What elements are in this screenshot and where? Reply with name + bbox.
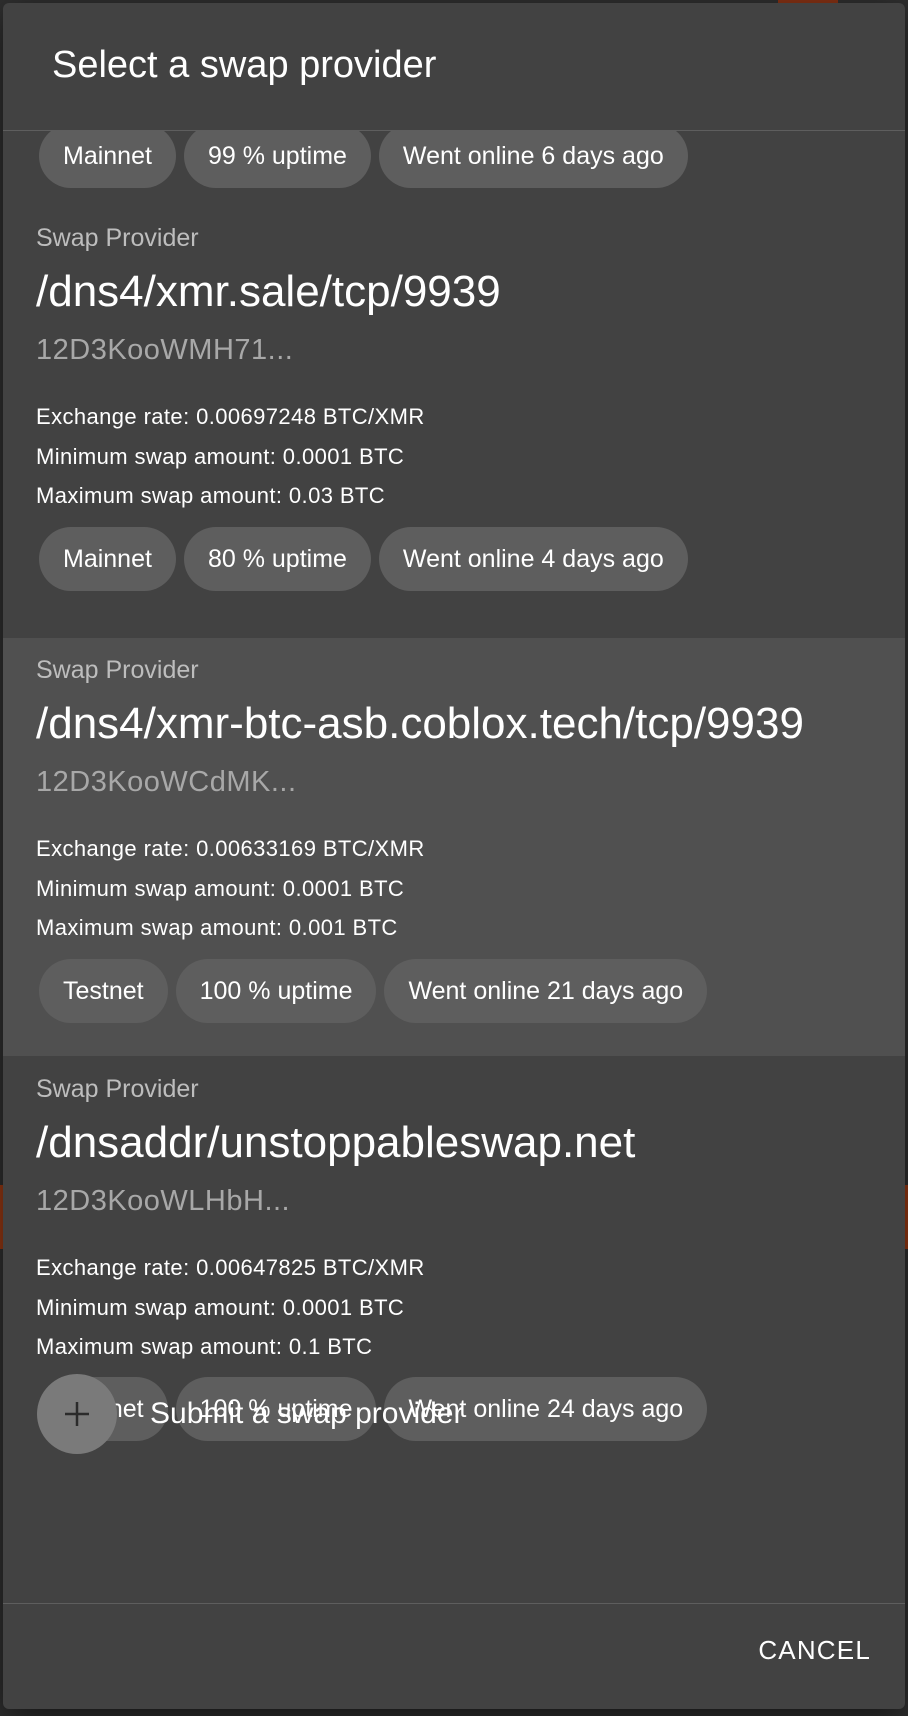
provider-overline: Swap Provider	[36, 224, 199, 252]
cancel-button[interactable]: CANCEL	[733, 1618, 881, 1682]
network-chip[interactable]: Mainnet	[39, 131, 176, 188]
uptime-chip[interactable]: 80 % uptime	[183, 527, 371, 591]
provider-item-selected[interactable]: Swap Provider /dns4/xmr-btc-asb.coblox.t…	[3, 638, 905, 1056]
maximum-swap-amount: Maximum swap amount: 0.001 BTC	[36, 915, 398, 940]
online-since-chip[interactable]: Went online 4 days ago	[378, 527, 688, 591]
provider-chips: Testnet 100 % uptime Went online 21 days…	[39, 959, 708, 1023]
provider-stats: Exchange rate: 0.00697248 BTC/XMR Minimu…	[36, 397, 425, 516]
provider-overline: Swap Provider	[36, 656, 199, 684]
plus-icon	[65, 1402, 89, 1426]
submit-provider-label: Submit a swap provider	[150, 1397, 464, 1430]
divider	[3, 1603, 905, 1604]
minimum-swap-amount: Minimum swap amount: 0.0001 BTC	[36, 875, 405, 901]
provider-item[interactable]: Swap Provider /dns4/xmr.sale/tcp/9939 12…	[3, 193, 905, 611]
submit-provider-item[interactable]: Submit a swap provider	[3, 1354, 905, 1474]
exchange-rate: Exchange rate: 0.00697248 BTC/XMR	[36, 404, 425, 429]
provider-stats: Exchange rate: 0.00647825 BTC/XMR Minimu…	[36, 1248, 425, 1367]
minimum-swap-amount: Minimum swap amount: 0.0001 BTC	[36, 1294, 405, 1320]
network-chip[interactable]: Testnet	[39, 959, 168, 1023]
online-since-chip[interactable]: Went online 6 days ago	[378, 131, 688, 188]
provider-peer-id: 12D3KooWLHbH...	[36, 1185, 291, 1217]
maximum-swap-amount: Maximum swap amount: 0.03 BTC	[36, 483, 386, 508]
dialog-title: Select a swap provider	[52, 44, 437, 86]
provider-stats: Exchange rate: 0.00633169 BTC/XMR Minimu…	[36, 829, 425, 948]
provider-peer-id: 12D3KooWCdMK...	[36, 766, 297, 798]
provider-chips: Mainnet 99 % uptime Went online 6 days a…	[39, 131, 688, 188]
uptime-chip[interactable]: 100 % uptime	[175, 959, 377, 1023]
online-since-chip[interactable]: Went online 21 days ago	[384, 959, 708, 1023]
swap-provider-dialog: Select a swap provider Mainnet 99 % upti…	[3, 3, 905, 1709]
exchange-rate: Exchange rate: 0.00647825 BTC/XMR	[36, 1255, 425, 1280]
provider-address: /dnsaddr/unstoppableswap.net	[36, 1118, 636, 1167]
minimum-swap-amount: Minimum swap amount: 0.0001 BTC	[36, 443, 405, 469]
provider-peer-id: 12D3KooWMH71...	[36, 334, 294, 366]
provider-address: /dns4/xmr-btc-asb.coblox.tech/tcp/9939	[36, 699, 804, 748]
submit-avatar	[37, 1374, 117, 1454]
provider-chips: Mainnet 80 % uptime Went online 4 days a…	[39, 527, 688, 591]
provider-overline: Swap Provider	[36, 1075, 199, 1103]
uptime-chip[interactable]: 99 % uptime	[183, 131, 371, 188]
provider-address: /dns4/xmr.sale/tcp/9939	[36, 267, 501, 316]
network-chip[interactable]: Mainnet	[39, 527, 176, 591]
exchange-rate: Exchange rate: 0.00633169 BTC/XMR	[36, 836, 425, 861]
